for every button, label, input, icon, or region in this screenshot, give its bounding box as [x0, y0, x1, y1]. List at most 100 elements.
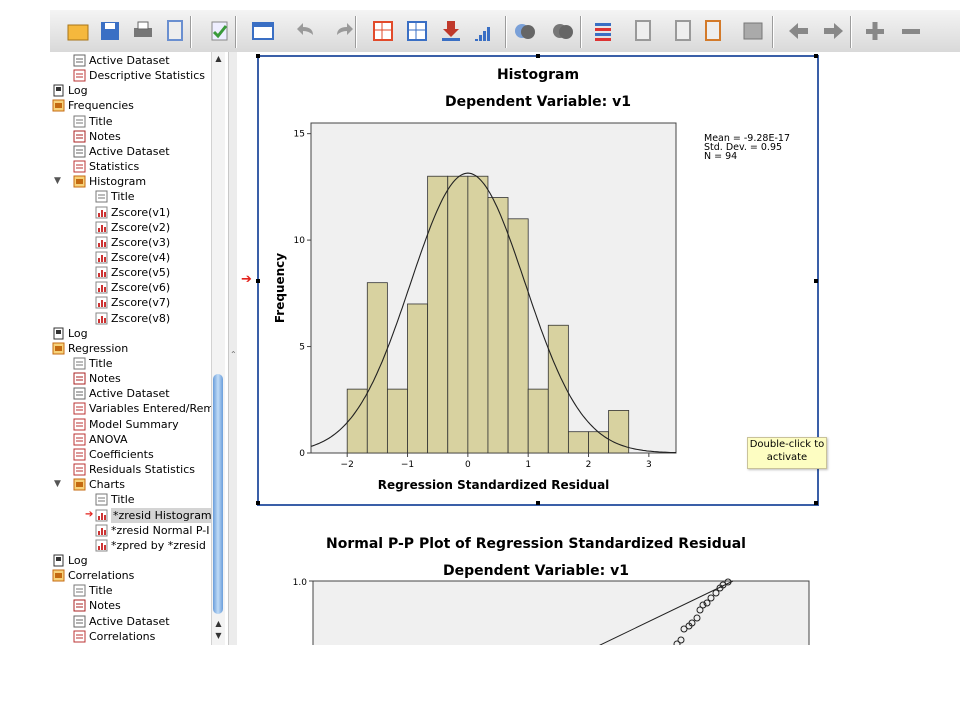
outline-item[interactable]: Title [73, 356, 113, 371]
outline-item[interactable]: Charts [73, 477, 125, 492]
outline-item[interactable]: Log [52, 553, 88, 568]
outline-item[interactable]: *zresid Normal P-I [95, 523, 210, 538]
outline-item[interactable]: Active Dataset [73, 386, 170, 401]
x-axis-label: Regression Standardized Residual [378, 478, 610, 492]
outline-item-label: Zscore(v1) [111, 205, 171, 219]
designate-window-icon[interactable] [590, 18, 616, 44]
open-folder-icon[interactable] [65, 18, 91, 44]
promote-icon[interactable] [630, 18, 656, 44]
back-icon[interactable] [786, 18, 812, 44]
variables-icon[interactable] [470, 18, 496, 44]
outline-item[interactable]: Histogram [73, 174, 146, 189]
undo-icon-glyph [297, 23, 313, 35]
outline-pane: Active Dataset Descriptive Statistics Log F… [50, 52, 229, 645]
title-icon [95, 493, 108, 506]
dialog-recall-icon-glyph [252, 22, 274, 40]
scrollbar-thumb[interactable] [213, 374, 223, 614]
outline-item[interactable]: Regression [52, 341, 128, 356]
outline-item[interactable]: Zscore(v5) [95, 265, 170, 280]
x-tick-label: 3 [646, 460, 652, 470]
demote-icon[interactable] [670, 18, 696, 44]
outline-item-label: Title [89, 114, 113, 128]
outline-item[interactable]: Statistics [73, 159, 139, 174]
outline-item[interactable]: Log [52, 326, 88, 341]
procedure-icon [52, 99, 65, 112]
current-item-arrow-icon: ➔ [241, 272, 252, 287]
outline-item[interactable]: Title [95, 189, 135, 204]
goto-data-icon[interactable] [370, 18, 396, 44]
export-icon[interactable] [207, 18, 233, 44]
outline-item[interactable]: Title [73, 583, 113, 598]
print-preview-icon[interactable] [162, 18, 188, 44]
outline-item[interactable]: Zscore(v3) [95, 235, 170, 250]
scroll-down-icon[interactable]: ▼ [212, 630, 225, 642]
outline-item-label: Model Summary [89, 417, 179, 431]
insert-heading-icon-glyph [743, 22, 763, 40]
outline-item[interactable]: Zscore(v7) [95, 295, 170, 310]
toolbar-separator [850, 16, 851, 48]
dialog-recall-icon[interactable] [250, 18, 276, 44]
goto-case-icon[interactable] [404, 18, 430, 44]
expand-icon[interactable] [862, 18, 888, 44]
print-icon-glyph [134, 21, 152, 37]
activate-tooltip: Double-click to activate [747, 437, 827, 469]
outline-item[interactable]: Title [95, 492, 135, 507]
outline-item[interactable]: Frequencies [52, 98, 134, 113]
outline-item[interactable]: ANOVA [73, 432, 128, 447]
divider-grip-icon[interactable]: ⌃ [230, 350, 237, 359]
outline-item[interactable]: Title [73, 114, 113, 129]
outline-item[interactable]: Notes [73, 598, 121, 613]
insert-icon[interactable] [700, 18, 726, 44]
outline-item[interactable]: Model Summary [73, 417, 179, 432]
histogram-bar [507, 218, 529, 454]
histogram-bar [467, 175, 489, 454]
outline-item[interactable]: Zscore(v6) [95, 280, 170, 295]
print-icon[interactable] [130, 18, 156, 44]
outline-item[interactable]: Notes [73, 129, 121, 144]
expand-triangle-icon[interactable]: ▼ [54, 176, 61, 186]
table-icon [73, 448, 86, 461]
outline-item[interactable]: Active Dataset [73, 144, 170, 159]
outline-item[interactable]: *zresid Histogram [95, 507, 214, 523]
outline-item-label: Active Dataset [89, 387, 170, 401]
expand-triangle-icon[interactable]: ▼ [54, 479, 61, 489]
insert-heading-icon[interactable] [740, 18, 766, 44]
outline-item-label: Frequencies [68, 99, 134, 113]
outline-item[interactable]: Active Dataset [73, 53, 170, 68]
current-item-arrow-icon: ➔ [85, 508, 94, 520]
scroll-up-icon[interactable]: ▲ [212, 618, 225, 630]
outline-item[interactable]: Correlations [52, 568, 134, 583]
select-output-icon[interactable] [512, 18, 538, 44]
outline-item[interactable]: Zscore(v2) [95, 220, 170, 235]
goto-variable-icon[interactable] [438, 18, 464, 44]
outline-item-label: Residuals Statistics [89, 463, 195, 477]
outline-item[interactable]: Log [52, 83, 88, 98]
outline-item-label: Zscore(v6) [111, 281, 171, 295]
pp-plot[interactable]: 1.0 [237, 572, 960, 645]
outline-item[interactable]: Zscore(v8) [95, 311, 170, 326]
outline-scrollbar[interactable]: ▲ ▲ ▼ [211, 52, 225, 645]
outline-item[interactable]: Correlations [73, 629, 155, 644]
outline-item[interactable]: Residuals Statistics [73, 462, 195, 477]
outline-item[interactable]: Variables Entered/Rem [73, 401, 214, 416]
save-icon[interactable] [97, 18, 123, 44]
forward-icon[interactable] [820, 18, 846, 44]
log-icon [53, 84, 64, 97]
collapse-icon[interactable] [898, 18, 924, 44]
outline-item[interactable]: Notes [73, 371, 121, 386]
outline-item[interactable]: Coefficients [73, 447, 154, 462]
hide-output-icon[interactable] [550, 18, 576, 44]
histogram-chart[interactable]: Histogram Dependent Variable: v1 −2 −1 0 1 2… [256, 54, 827, 506]
title-icon [73, 584, 86, 597]
y-tick-label: 0 [299, 449, 305, 459]
scroll-up-icon[interactable]: ▲ [212, 53, 225, 65]
outline-item[interactable]: Zscore(v1) [95, 205, 170, 220]
undo-icon[interactable] [294, 18, 320, 44]
outline-item[interactable]: Active Dataset [73, 614, 170, 629]
export-icon-glyph [211, 21, 228, 41]
outline-item[interactable]: Zscore(v4) [95, 250, 170, 265]
redo-icon[interactable] [330, 18, 356, 44]
outline-item[interactable]: *zpred by *zresid [95, 538, 206, 553]
outline-item[interactable]: Descriptive Statistics [73, 68, 205, 83]
histogram-bar [568, 431, 589, 454]
